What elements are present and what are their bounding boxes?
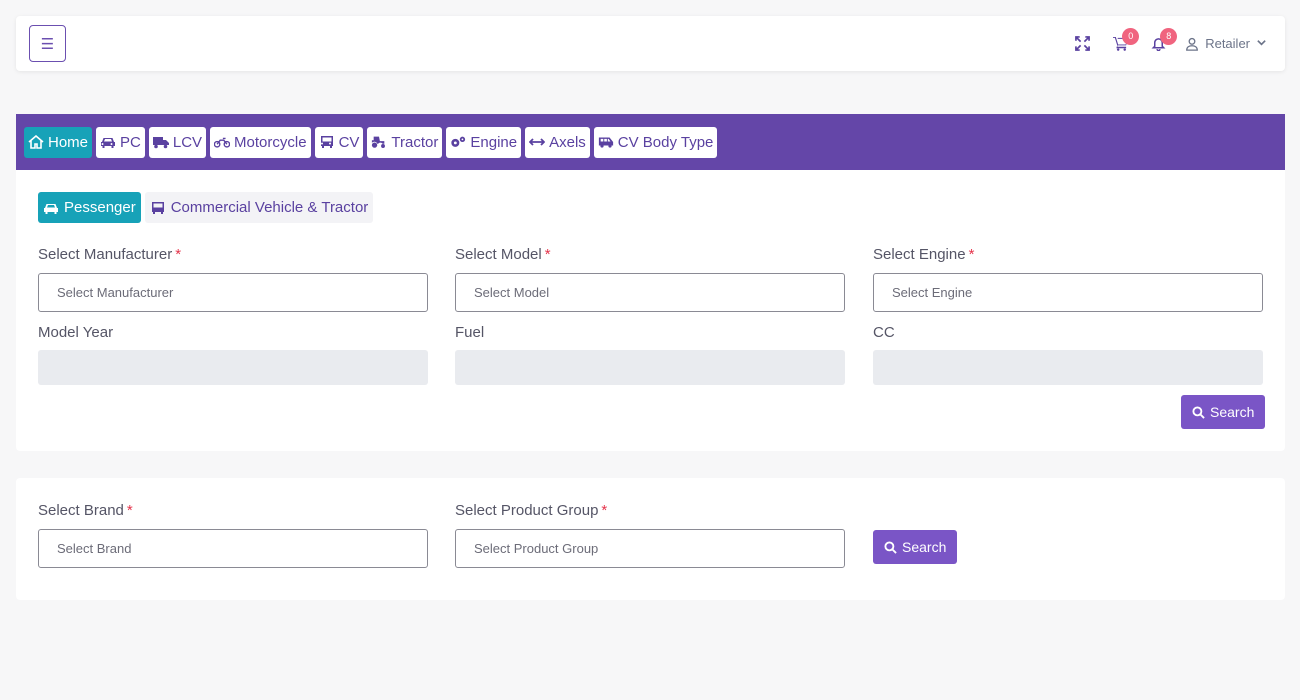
nav-cv[interactable]: CV [314,126,364,158]
model-label: Select Model * [455,246,551,263]
fullscreen-icon [1074,36,1090,51]
model-year-label: Model Year [38,324,114,341]
fuel-field [455,350,845,385]
tab-passenger[interactable]: Pessenger [38,192,141,223]
tab-commercial-vehicle-tractor[interactable]: Commercial Vehicle & Tractor [144,192,374,223]
user-menu[interactable]: Retailer [1185,36,1267,51]
arrows-horizontal-icon [529,138,546,146]
bus-icon [151,201,164,214]
car-icon [101,138,116,148]
nav-axels[interactable]: Axels [525,126,590,158]
user-icon [1186,37,1199,51]
hamburger-icon: ☰ [40,35,55,53]
top-bar: ☰ 0 8 Retailer [16,16,1285,71]
nav-motorcycle[interactable]: Motorcycle [210,126,311,158]
menu-toggle-button[interactable]: ☰ [29,25,66,62]
search-icon [1192,405,1205,419]
nav-tractor[interactable]: Tractor [367,126,443,158]
nav-home[interactable]: Home [24,126,93,158]
product-group-select[interactable]: Select Product Group [455,529,845,568]
nav-cv-body-type[interactable]: CV Body Type [593,126,718,158]
cc-field [873,350,1263,385]
motorcycle-icon [214,137,231,148]
top-bar-actions: 0 8 Retailer [1063,16,1267,71]
fuel-label: Fuel [455,324,485,341]
brand-label: Select Brand * [38,502,133,519]
home-icon [28,135,44,149]
cart-button[interactable]: 0 [1101,27,1140,59]
nav-pc[interactable]: PC [96,126,145,158]
nav-lcv[interactable]: LCV [148,126,207,158]
bus-icon [320,136,333,148]
engine-select[interactable]: Select Engine [873,273,1263,312]
model-year-field [38,350,428,385]
user-name: Retailer [1205,36,1250,51]
product-search-card: Select Brand * Select Brand Select Produc… [16,478,1285,600]
model-select[interactable]: Select Model [455,273,845,312]
shuttle-van-icon [598,137,613,148]
manufacturer-select[interactable]: Select Manufacturer [38,273,428,312]
chevron-down-icon [1256,36,1267,51]
truck-icon [152,137,169,149]
engine-label: Select Engine * [873,246,975,263]
nav-engine[interactable]: Engine [446,126,522,158]
vehicle-search-card: Pessenger Commercial Vehicle & Tractor S… [16,170,1285,451]
cc-label: CC [873,324,895,341]
product-group-label: Select Product Group * [455,502,608,519]
category-nav: Home PC LCV Motorcycle CV Tractor Engine… [16,114,1285,170]
manufacturer-label: Select Manufacturer * [38,246,182,263]
fullscreen-button[interactable] [1063,29,1101,59]
vehicle-search-button[interactable]: Search [1181,395,1266,429]
notification-count-badge: 8 [1160,27,1178,45]
notifications-button[interactable]: 8 [1139,27,1178,59]
car-icon [44,203,58,214]
cart-count-badge: 0 [1122,27,1140,45]
tractor-icon [372,136,386,148]
vehicle-type-tabs: Pessenger Commercial Vehicle & Tractor [38,192,374,223]
brand-select[interactable]: Select Brand [38,529,428,568]
search-icon [884,540,897,554]
gears-icon [451,136,466,147]
product-search-button[interactable]: Search [873,530,958,564]
